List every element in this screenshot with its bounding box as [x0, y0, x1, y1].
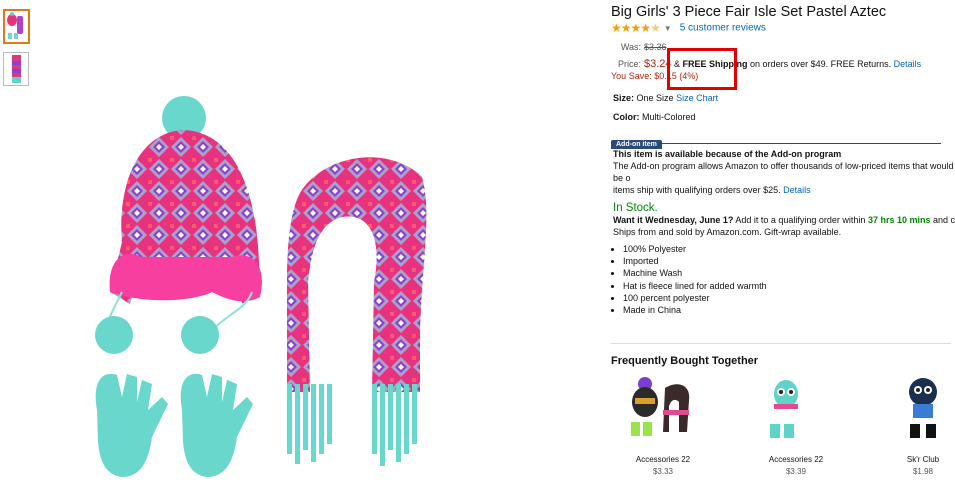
feature-bullets: 100% Polyester Imported Machine Wash Hat…: [611, 243, 767, 316]
fbt-item-image[interactable]: [623, 370, 703, 452]
fbt-item-name[interactable]: Sk'r Club: [883, 455, 955, 464]
hat-scarf-set-icon: [7, 12, 23, 39]
size-label: Size:: [613, 93, 635, 103]
rating-row: ★★★★★ ▼ 5 customer reviews: [611, 21, 766, 35]
fbt-item-1[interactable]: Accessories 22 $3.33: [623, 370, 703, 476]
addon-text: The Add-on program allows Amazon to offe…: [613, 161, 954, 183]
animal-hat-gloves-icon: [909, 378, 937, 438]
addon-text-2: items ship with qualifying orders over $…: [613, 185, 781, 195]
addon-details-link[interactable]: Details: [783, 185, 811, 195]
delivery-message: Want it Wednesday, June 1? Add it to a q…: [613, 214, 955, 238]
owl-hat-gloves-icon: [770, 380, 798, 438]
size-value: One Size: [636, 93, 674, 103]
gloves-icon: [95, 373, 253, 477]
was-price-row: Was: $3.36: [611, 42, 667, 52]
customer-reviews-link[interactable]: 5 customer reviews: [680, 23, 766, 34]
delivery-tail: and choose: [932, 215, 955, 225]
hat-scarf-set-icon: [631, 377, 690, 436]
section-divider: [611, 343, 951, 344]
delivery-countdown: 37 hrs 10 mins: [867, 215, 931, 225]
thumbnail-2[interactable]: [3, 52, 29, 86]
star-rating-icon[interactable]: ★★★★★: [611, 21, 661, 35]
thumbnail-1[interactable]: [3, 9, 30, 44]
fbt-item-price: $3.33: [652, 467, 674, 476]
bullet-item: Hat is fleece lined for added warmth: [623, 280, 767, 292]
fbt-item-image[interactable]: [756, 370, 836, 452]
fbt-item-price: $3.39: [785, 467, 807, 476]
stock-status: In Stock.: [613, 202, 658, 214]
you-save-label: You Save:: [611, 71, 652, 81]
color-row: Color: Multi-Colored: [613, 112, 696, 122]
price-row: Price: $3.24 & FREE Shipping on orders ov…: [611, 58, 921, 70]
bullet-item: Imported: [623, 255, 767, 267]
color-label: Color:: [613, 112, 640, 122]
fbt-item-image[interactable]: [883, 370, 955, 452]
shipping-details-link[interactable]: Details: [894, 59, 922, 69]
addon-description: This item is available because of the Ad…: [613, 148, 955, 196]
scarf-icon: [287, 157, 427, 466]
product-details-panel: Big Girls' 3 Piece Fair Isle Set Pastel …: [611, 0, 955, 484]
bullet-item: Made in China: [623, 304, 767, 316]
fbt-item-2[interactable]: Accessories 22 $3.39: [756, 370, 836, 476]
addon-heading: This item is available because of the Ad…: [613, 149, 842, 159]
scarf-thumbnail-icon: [12, 55, 21, 83]
hat-icon: [95, 96, 262, 354]
thumbnail-strip: [3, 9, 31, 94]
size-row: Size: One Size Size Chart: [613, 93, 718, 103]
addon-badge: Add-on item: [611, 133, 941, 149]
size-chart-link[interactable]: Size Chart: [676, 93, 718, 103]
ships-from: Ships from and sold by Amazon.com. Gift-…: [613, 227, 842, 237]
shipping-text: on orders over $49. FREE Returns.: [747, 59, 892, 69]
fbt-item-name[interactable]: Accessories 22: [756, 455, 836, 464]
bullet-item: 100 percent polyester: [623, 292, 767, 304]
chevron-down-icon[interactable]: ▼: [664, 24, 672, 33]
was-value: $3.36: [644, 42, 667, 52]
product-title: Big Girls' 3 Piece Fair Isle Set Pastel …: [611, 4, 887, 20]
bullet-item: Machine Wash: [623, 267, 767, 279]
price-label: Price:: [617, 59, 641, 69]
fbt-item-price: $1.98: [912, 467, 934, 476]
main-product-image[interactable]: [82, 92, 467, 482]
delivery-date: Want it Wednesday, June 1?: [613, 215, 734, 225]
highlight-box: [667, 48, 737, 90]
bullet-item: 100% Polyester: [623, 243, 767, 255]
was-label: Was:: [620, 42, 641, 52]
delivery-text: Add it to a qualifying order within: [733, 215, 868, 225]
fbt-title: Frequently Bought Together: [611, 355, 759, 367]
fbt-item-name[interactable]: Accessories 22: [623, 455, 703, 464]
color-value: Multi-Colored: [642, 112, 696, 122]
fbt-item-3[interactable]: Sk'r Club $1.98: [883, 370, 955, 476]
